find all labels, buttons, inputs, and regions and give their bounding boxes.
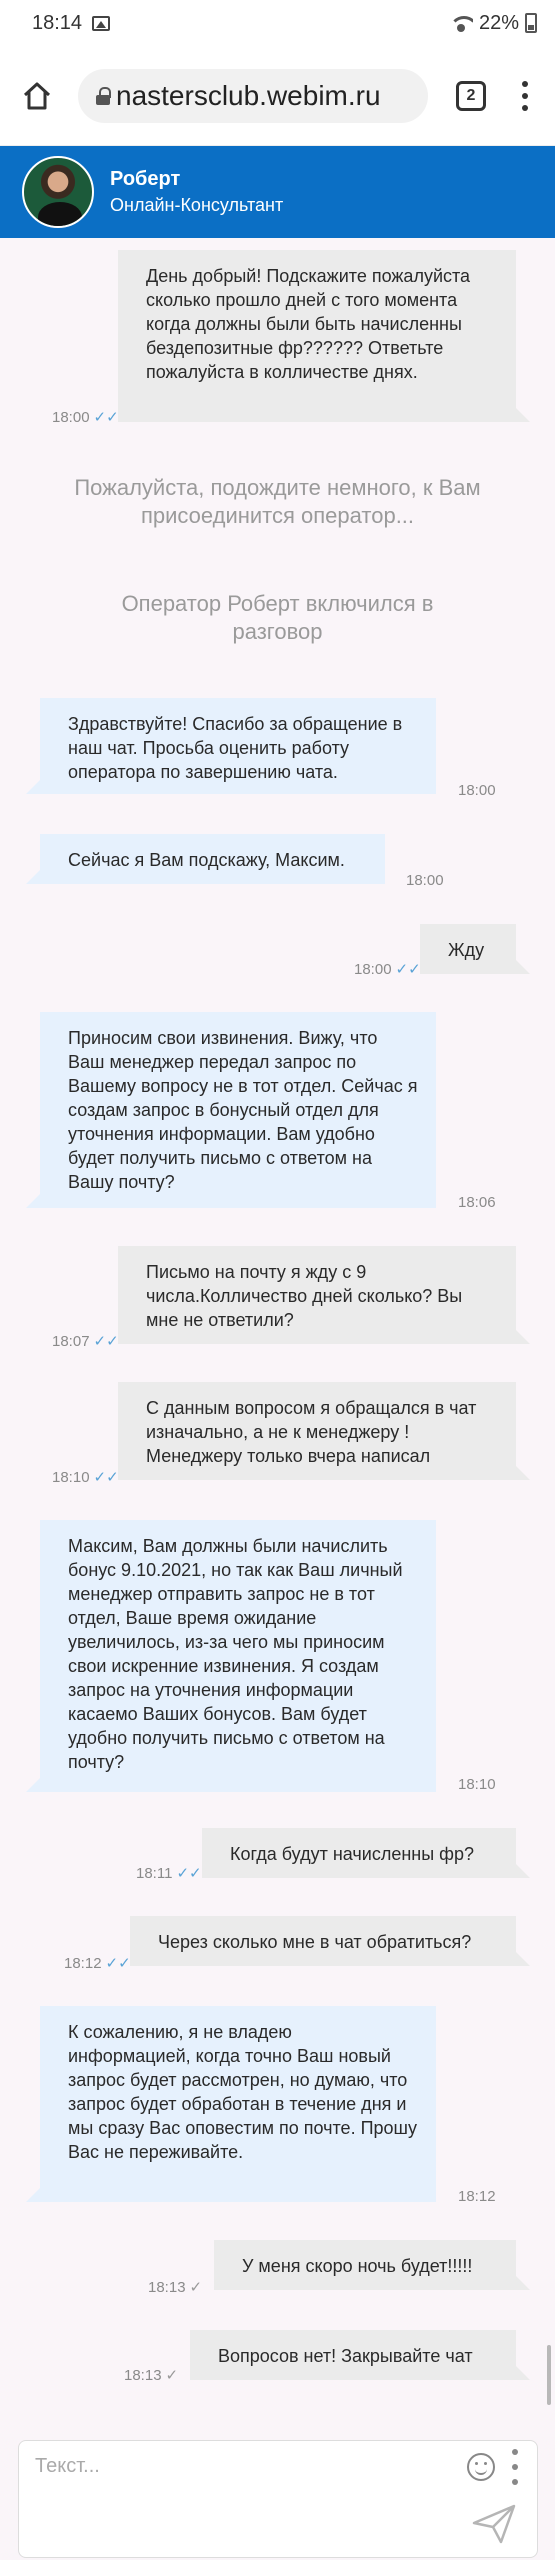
delivered-check-icon: ✓✓ (93, 1469, 119, 1486)
message-text: Сейчас я Вам подскажу, Максим. (68, 850, 345, 870)
operator-message: Здравствуйте! Спасибо за обращение в наш… (26, 698, 436, 794)
user-message: Вопросов нет! Закрывайте чат (190, 2330, 530, 2380)
message-text: С данным вопросом я обращался в чат изна… (146, 1398, 477, 1466)
menu-dot-icon (512, 2479, 518, 2485)
user-message: С данным вопросом я обращался в чат изна… (118, 1382, 530, 1480)
url-bar[interactable]: nastersclub.webim.ru (78, 68, 428, 123)
menu-dot-icon (512, 2449, 518, 2455)
url-text: nastersclub.webim.ru (116, 79, 381, 111)
chat-header: Роберт Онлайн-Консультант (0, 146, 555, 238)
operator-name: Роберт (110, 168, 181, 190)
lock-icon (96, 86, 111, 105)
operator-avatar (22, 156, 94, 228)
message-text: Когда будут начисленны фр? (230, 1844, 474, 1864)
message-input[interactable]: Текст... (35, 2455, 100, 2478)
message-time: 18:06 (458, 1194, 496, 1211)
user-message: Через сколько мне в чат обратиться? (130, 1916, 530, 1966)
menu-dot-icon (522, 80, 528, 87)
operator-role: Онлайн-Консультант (110, 195, 284, 215)
message-text: Письмо на почту я жду с 9 числа.Колличес… (146, 1262, 463, 1330)
message-text: День добрый! Подскажите пожалуйста сколь… (146, 266, 471, 382)
delivered-check-icon: ✓✓ (105, 1955, 131, 1972)
send-icon[interactable] (471, 2503, 517, 2545)
message-time: 18:00 (406, 872, 444, 889)
menu-dot-icon (522, 104, 528, 111)
status-time: 18:14 (32, 11, 83, 34)
message-text: Вопросов нет! Закрывайте чат (218, 2346, 473, 2366)
message-time: 18:10 (458, 1776, 496, 1793)
delivered-check-icon: ✓✓ (93, 409, 119, 426)
message-text: Приносим свои извинения. Вижу, что Ваш м… (68, 1028, 418, 1192)
message-time: 18:10 ✓✓ (52, 1468, 119, 1487)
tab-switcher-button[interactable]: 2 (456, 80, 486, 111)
message-time: 18:13 ✓ (148, 2278, 203, 2297)
message-text: Жду (448, 940, 485, 960)
message-time: 18:13 ✓ (124, 2366, 179, 2385)
message-text: Через сколько мне в чат обратиться? (158, 1932, 472, 1952)
chat-scrollbar[interactable] (547, 2345, 551, 2405)
delivered-check-icon: ✓✓ (176, 1865, 202, 1882)
message-time: 18:12 ✓✓ (64, 1954, 131, 1973)
menu-dot-icon (512, 2464, 518, 2470)
message-text: У меня скоро ночь будет!!!!! (242, 2256, 473, 2276)
operator-message: Сейчас я Вам подскажу, Максим. (26, 834, 385, 884)
user-message: Жду (420, 924, 530, 974)
message-time: 18:00 ✓✓ (52, 408, 119, 427)
user-message: Письмо на почту я жду с 9 числа.Колличес… (118, 1246, 530, 1344)
browser-toolbar: nastersclub.webim.ru 2 (0, 46, 555, 146)
message-text: Здравствуйте! Спасибо за обращение в наш… (68, 714, 403, 782)
delivered-check-icon: ✓✓ (395, 961, 421, 978)
home-icon (23, 82, 51, 109)
battery-percent: 22% (478, 11, 519, 34)
status-bar: 18:14 22% (0, 0, 555, 46)
message-time: 18:07 ✓✓ (52, 1332, 119, 1351)
message-time: 18:00 (458, 782, 496, 799)
message-input-area: Текст... (18, 2440, 538, 2558)
home-button[interactable] (16, 75, 58, 117)
more-options-button[interactable] (511, 2449, 519, 2485)
browser-menu-button[interactable] (520, 80, 530, 111)
wifi-icon (448, 14, 473, 32)
delivered-check-icon: ✓✓ (93, 1333, 119, 1350)
system-message: Пожалуйста, подождите немного, к Вам при… (74, 475, 481, 528)
tab-count: 2 (466, 86, 476, 104)
message-text: К сожалению, я не владею информацией, ко… (68, 2022, 417, 2162)
operator-message: Приносим свои извинения. Вижу, что Ваш м… (26, 1012, 436, 1208)
message-time: 18:11 ✓✓ (136, 1864, 202, 1883)
user-message: День добрый! Подскажите пожалуйста сколь… (118, 250, 530, 422)
battery-icon (525, 13, 537, 33)
operator-message: Максим, Вам должны были начислить бонус … (26, 1520, 436, 1792)
gallery-notification-icon (92, 15, 111, 31)
user-message: У меня скоро ночь будет!!!!! (214, 2240, 530, 2290)
system-message: Оператор Роберт включился в разговор (121, 591, 434, 644)
menu-dot-icon (522, 92, 528, 99)
message-text: Максим, Вам должны были начислить бонус … (68, 1536, 403, 1772)
message-time: 18:00 ✓✓ (354, 960, 421, 979)
user-message: Когда будут начисленны фр? (202, 1828, 530, 1878)
emoji-icon[interactable] (467, 2453, 495, 2481)
message-time: 18:12 (458, 2188, 496, 2205)
sent-check-icon: ✓ (189, 2279, 203, 2296)
operator-message: К сожалению, я не владею информацией, ко… (26, 2006, 436, 2202)
sent-check-icon: ✓ (165, 2367, 179, 2384)
